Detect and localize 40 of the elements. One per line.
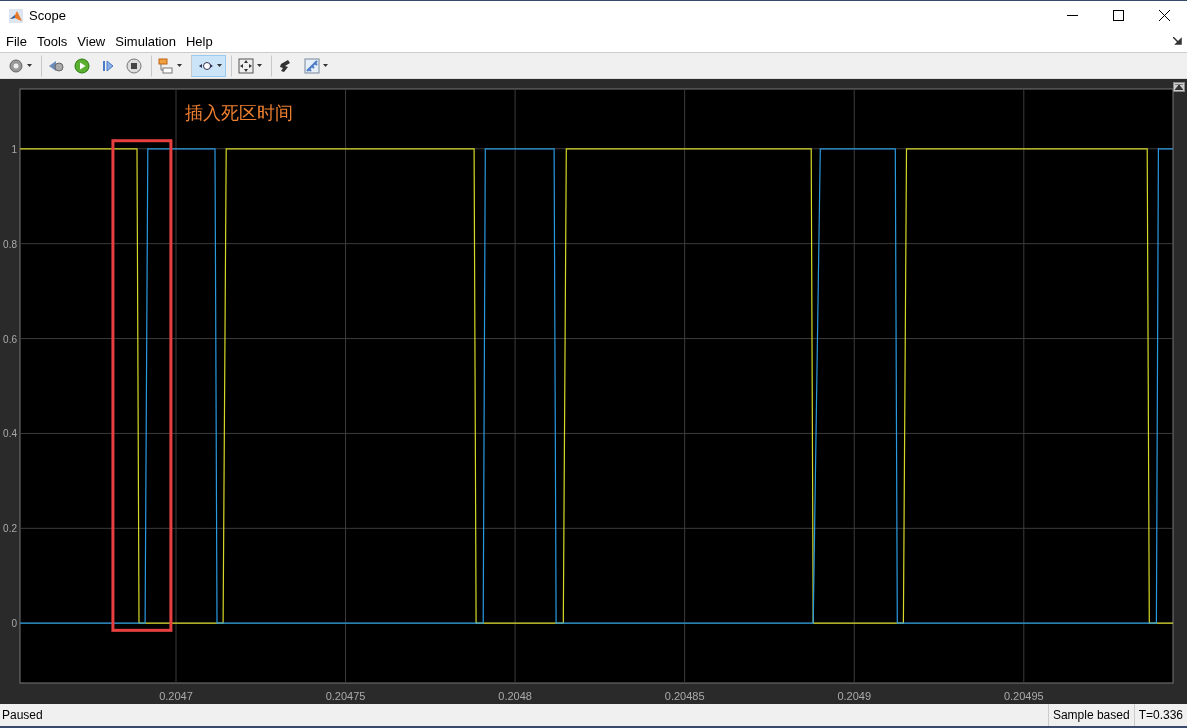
toolbar-button[interactable] [191,54,226,77]
status-text: Sample based [1047,704,1134,726]
logo-icon [9,8,23,23]
y-tick-label: 0.6 [3,333,17,345]
blocks-icon [158,57,174,74]
status-text: Paused [1,708,44,722]
menu-item[interactable]: File [1,33,32,49]
stop-icon [126,57,142,74]
step-forward-icon [100,57,116,74]
annotation-label: 插入死区时间 [185,101,294,123]
menu-item[interactable]: Tools [31,33,73,49]
caret-icon [27,64,32,67]
ruler-icon [304,57,320,74]
x-tick-label: 0.20475 [325,690,366,702]
x-tick-label: 0.2047 [159,690,193,702]
play-icon [74,57,90,74]
x-tick-label: 0.20495 [1003,690,1044,702]
y-tick-label: 0 [11,618,17,630]
y-tick-label: 1 [11,143,17,155]
caret-icon [323,64,328,67]
close-icon [1158,10,1170,21]
window-title: Scope [29,8,67,23]
y-tick-label: 0.4 [3,428,17,440]
maximize-icon [1112,10,1124,21]
caret-icon [257,64,262,67]
menu-item[interactable]: Simulation [110,33,181,49]
y-tick-label: 0.2 [3,523,17,535]
status-text: T=0.336 [1133,704,1187,726]
minimize-icon [1066,15,1078,16]
menu-item[interactable]: Help [180,33,218,49]
x-tick-label: 0.20485 [664,690,705,702]
settings-icon [8,57,24,74]
x-tick-label: 0.2048 [498,690,532,702]
menu-item[interactable]: View [72,33,111,49]
y-tick-label: 0.8 [3,238,17,250]
fit-icon [238,57,254,74]
caret-icon [177,64,182,67]
x-tick-label: 0.2049 [837,690,872,702]
caret-icon [217,64,222,67]
undock-icon[interactable] [1173,36,1182,46]
